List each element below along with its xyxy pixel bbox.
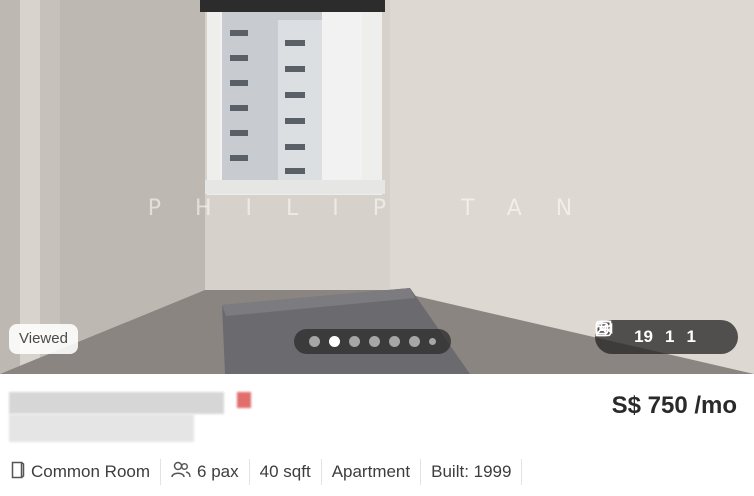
size-label: 40 sqft <box>259 462 311 481</box>
room-type-label: Common Room <box>31 462 151 481</box>
carousel-dot[interactable] <box>309 336 320 347</box>
door-icon <box>11 461 25 484</box>
built-year: Built: 1999 <box>421 459 521 485</box>
carousel-dot[interactable] <box>349 336 360 347</box>
divider <box>521 459 523 485</box>
property-type: Apartment <box>322 459 420 485</box>
watermark: PHILIP TAN <box>147 196 607 221</box>
built-year-label: Built: 1999 <box>431 462 512 481</box>
price: S$ 750 /mo <box>611 392 737 419</box>
carousel-dot[interactable] <box>369 336 380 347</box>
listing-photo[interactable]: PHILIP TAN Viewed 19 1 1 <box>0 0 754 374</box>
photo-count: 19 <box>634 327 653 346</box>
media-counts: 19 1 1 <box>595 320 738 354</box>
floorplan-count: 1 <box>664 327 675 346</box>
carousel-dot[interactable] <box>409 336 420 347</box>
size: 40 sqft <box>250 459 321 485</box>
video-count: 1 <box>686 327 696 346</box>
carousel-dot[interactable] <box>429 338 436 345</box>
carousel-dot[interactable] <box>389 336 400 347</box>
listing-title-redacted[interactable] <box>9 392 269 446</box>
carousel-dot-active[interactable] <box>329 336 340 347</box>
property-type-label: Apartment <box>331 462 411 481</box>
occupancy-label: 6 pax <box>197 462 239 481</box>
occupancy: 6 pax <box>161 459 249 485</box>
listing-details: Common Room 6 pax 40 sqft Apartment Buil… <box>11 459 523 485</box>
room-photo-illustration <box>0 0 754 374</box>
people-icon <box>171 461 191 484</box>
room-type: Common Room <box>11 459 160 485</box>
viewed-badge: Viewed <box>9 324 78 354</box>
carousel-dots[interactable] <box>294 329 451 354</box>
